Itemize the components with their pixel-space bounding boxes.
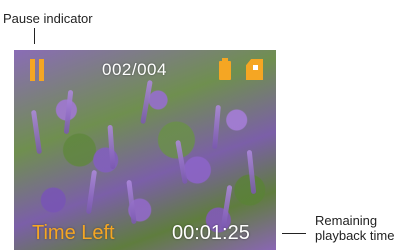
battery-icon — [219, 58, 231, 80]
lavender-flower — [175, 139, 188, 185]
image-counter: 002/004 — [102, 60, 167, 79]
lavender-flower — [126, 179, 137, 225]
memory-card-icon — [246, 59, 263, 80]
lavender-flower — [63, 89, 74, 135]
playback-screen: 002/004 Time Left 00:01:25 — [14, 50, 276, 250]
lavender-flower — [30, 109, 43, 155]
lavender-flower — [85, 169, 98, 215]
remaining-time-value: 00:01:25 — [172, 222, 250, 244]
lavender-flower — [246, 149, 257, 195]
lavender-flower — [107, 124, 116, 170]
lavender-flower — [140, 79, 153, 125]
pause-indicator-callout: Pause indicator — [3, 11, 93, 26]
remaining-callout-leader-line — [282, 233, 306, 234]
pause-callout-leader-line — [34, 28, 35, 44]
lavender-flower — [212, 104, 221, 150]
remaining-playback-time-callout: Remaining playback time — [315, 213, 395, 243]
time-left-label: Time Left — [32, 222, 115, 244]
pause-icon — [28, 59, 46, 81]
